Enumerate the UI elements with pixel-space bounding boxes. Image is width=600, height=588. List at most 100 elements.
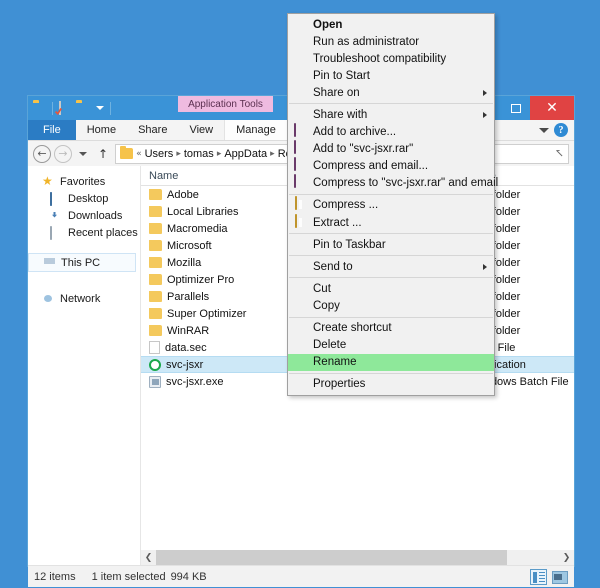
contextual-tab-group-label: Application Tools [178,96,273,112]
forward-button[interactable]: → [54,144,72,163]
file-name-label: Super Optimizer [167,307,247,320]
menu-item-compress[interactable]: Compress ... [288,196,494,214]
submenu-arrow-icon [483,263,487,270]
menu-item-pin-to-taskbar[interactable]: Pin to Taskbar [288,236,494,253]
breadcrumb-item-appdata[interactable]: AppData [224,148,267,160]
menu-item-label: Run as administrator [313,35,420,48]
menu-item-label: Properties [313,378,366,391]
view-buttons [530,568,568,585]
menu-item-label: Troubleshoot compatibility [313,52,447,65]
status-bar: 12 items 1 item selected 994 KB [28,565,574,587]
new-folder-icon[interactable] [76,102,89,114]
menu-item-compress-and-email[interactable]: Compress and email... [288,157,494,175]
chevron-right-icon[interactable]: ▸ [217,149,222,159]
breadcrumb-item-users[interactable]: Users [145,148,174,160]
folder-icon [149,256,162,268]
menu-icon-placeholder [292,68,310,84]
folder-icon[interactable] [33,102,46,114]
scroll-right-icon[interactable]: ❯ [559,553,574,563]
sidebar-item-label: Downloads [68,209,123,222]
menu-separator [289,103,493,105]
menu-separator [289,316,493,318]
back-button[interactable]: ← [33,144,51,163]
menu-item-rename[interactable]: Rename [288,353,494,371]
sidebar-item-network[interactable]: Network [28,290,140,307]
sidebar-item-label: Network [60,292,101,305]
chevron-down-icon[interactable] [539,127,549,133]
menu-item-pin-to-start[interactable]: Pin to Start [288,67,494,84]
menu-item-compress-to-svc-jsxr-rar-and-email[interactable]: Compress to "svc-jsxr.rar" and email [288,174,498,192]
menu-item-run-as-administrator[interactable]: Run as administrator [288,33,494,50]
file-name-label: Local Libraries [167,205,239,218]
file-name-label: Macromedia [167,222,228,235]
sidebar-item-this-pc[interactable]: This PC [28,253,136,272]
properties-icon[interactable] [59,101,72,115]
recent-places-icon [50,225,63,240]
menu-item-delete[interactable]: Delete [288,337,494,354]
scroll-track[interactable] [156,550,559,565]
menu-separator [289,277,493,279]
details-view-icon[interactable] [530,568,547,585]
up-button[interactable]: ↑ [94,147,112,161]
file-name-label: Adobe [167,188,199,201]
menu-item-open[interactable]: Open [288,16,494,33]
menu-item-create-shortcut[interactable]: Create shortcut [288,320,494,337]
menu-item-cut[interactable]: Cut [288,280,494,297]
menu-item-label: Share on [313,86,360,99]
menu-item-label: Rename [313,356,357,369]
downloads-icon [50,210,63,222]
menu-item-send-to[interactable]: Send to [288,258,494,275]
chevron-right-icon[interactable]: ▸ [270,149,275,159]
tab-home[interactable]: Home [76,120,127,140]
menu-icon-placeholder [292,337,310,353]
menu-icon-placeholder [292,237,310,253]
tab-file[interactable]: File [28,120,76,140]
application-icon [149,358,161,371]
help-icon[interactable]: ? [554,123,568,137]
menu-item-add-to-archive[interactable]: Add to archive... [288,123,494,141]
sidebar-item-downloads[interactable]: Downloads [28,207,140,224]
menu-item-label: Add to "svc-jsxr.rar" [313,143,414,156]
sidebar-item-recent-places[interactable]: Recent places [28,224,140,241]
menu-item-copy[interactable]: Copy [288,297,494,314]
breadcrumb-item-tomas[interactable]: tomas [184,148,214,160]
file-name-label: svc-jsxr.exe [166,375,224,388]
shield-icon [292,34,310,50]
customize-dropdown-icon[interactable] [96,106,104,110]
quick-access-toolbar [28,101,113,115]
menu-icon-placeholder [292,320,310,336]
tab-manage[interactable]: Manage [224,120,288,140]
generic-file-icon [149,341,160,354]
menu-separator [289,255,493,257]
tab-share[interactable]: Share [127,120,178,140]
tab-view[interactable]: View [178,120,224,140]
sidebar-item-desktop[interactable]: Desktop [28,190,140,207]
menu-item-label: Pin to Taskbar [313,238,386,251]
context-menu: Open Run as administrator Troubleshoot com… [287,13,498,396]
menu-item-label: Compress ... [313,199,379,212]
chevron-right-icon[interactable]: ▸ [176,149,181,159]
folder-icon [149,239,162,251]
menu-item-share-on[interactable]: Share on [288,84,494,101]
sidebar-item-favorites[interactable]: ★ Favorites [28,173,140,190]
file-name-label: WinRAR [167,324,210,337]
maximize-button[interactable] [502,96,530,120]
menu-item-extract[interactable]: Extract ... [288,213,494,231]
zip-icon [292,196,310,213]
menu-item-share-with[interactable]: Share with [288,106,494,123]
sidebar-item-label: Desktop [68,192,109,205]
scroll-left-icon[interactable]: ❮ [141,553,156,563]
menu-item-troubleshoot-compatibility[interactable]: Troubleshoot compatibility [288,50,494,67]
scroll-thumb[interactable] [156,550,507,565]
close-button[interactable]: ✕ [530,96,574,120]
large-icons-view-icon[interactable] [551,569,568,585]
sidebar-item-label: Favorites [60,175,106,188]
network-icon [42,293,55,305]
menu-item-add-to-svc-jsxr-rar[interactable]: Add to "svc-jsxr.rar" [288,140,494,158]
file-name-label: Mozilla [167,256,202,269]
menu-item-properties[interactable]: Properties [288,376,494,393]
recent-locations-icon[interactable] [79,151,87,156]
horizontal-scrollbar[interactable]: ❮ ❯ [141,550,574,565]
file-name-label: svc-jsxr [166,358,204,371]
breadcrumb-overflow[interactable]: « [136,149,142,159]
